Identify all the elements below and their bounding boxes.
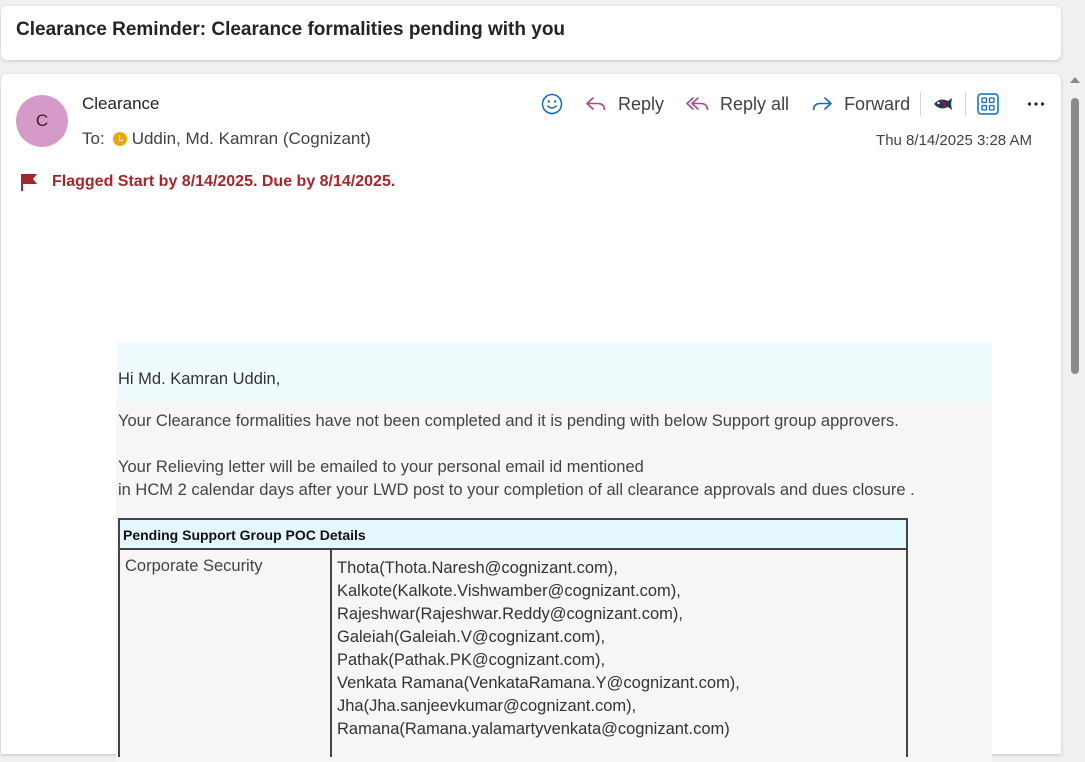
forward-button[interactable]: Forward [809, 89, 910, 119]
reply-button[interactable]: Reply [583, 89, 664, 119]
presence-away-icon [112, 132, 127, 146]
forward-icon [812, 97, 832, 111]
message-toolbar: Reply Reply all Forward [539, 89, 1046, 119]
sender-name[interactable]: Clearance [82, 94, 160, 114]
greeting-section: Hi Md. Kamran Uddin, [116, 342, 992, 402]
emoji-reaction-button[interactable] [539, 89, 565, 119]
flag-status[interactable]: Flagged Start by 8/14/2025. Due by 8/14/… [19, 172, 395, 192]
more-icon [1027, 102, 1045, 106]
more-actions-button[interactable] [1026, 89, 1046, 119]
vertical-scrollbar[interactable] [1068, 74, 1084, 742]
toolbar-divider [965, 92, 967, 116]
scroll-thumb[interactable] [1071, 98, 1079, 374]
forward-label: Forward [844, 93, 911, 114]
to-label: To: [82, 129, 105, 148]
recipient-name[interactable]: Uddin, Md. Kamran (Cognizant) [132, 129, 371, 149]
email-subject: Clearance Reminder: Clearance formalitie… [16, 19, 566, 40]
apps-icon [977, 93, 999, 115]
poc-contact[interactable]: Thota(Thota.Naresh@cognizant.com), [337, 557, 740, 580]
support-group-cell: Corporate Security [120, 550, 332, 757]
flag-icon [21, 174, 37, 191]
poc-contact[interactable]: Kalkote(Kalkote.Vishwamber@cognizant.com… [337, 580, 740, 603]
scroll-up-arrow-icon[interactable] [1070, 77, 1080, 83]
poc-contact[interactable]: Venkata Ramana(VenkataRamana.Y@cognizant… [337, 672, 740, 695]
sender-avatar[interactable]: C [16, 95, 68, 147]
sent-timestamp: Thu 8/14/2025 3:28 AM [876, 132, 1032, 149]
greeting-text: Hi Md. Kamran Uddin, [118, 370, 281, 388]
poc-contact[interactable]: Pathak(Pathak.PK@cognizant.com), [337, 649, 740, 672]
poc-contact[interactable]: Jha(Jha.sanjeevkumar@cognizant.com), [337, 695, 740, 718]
poc-table-header: Pending Support Group POC Details [120, 520, 906, 550]
reply-icon [586, 97, 606, 111]
apps-button[interactable] [976, 89, 1000, 119]
emoji-icon [541, 93, 563, 115]
fish-icon [934, 98, 953, 110]
reply-all-label: Reply all [720, 93, 790, 114]
toolbar-divider [920, 92, 922, 116]
poc-contact[interactable]: Rajeshwar(Rajeshwar.Reddy@cognizant.com)… [337, 603, 740, 626]
poc-contacts-cell: Thota(Thota.Naresh@cognizant.com), Kalko… [332, 550, 740, 757]
table-row: Corporate Security Thota(Thota.Naresh@co… [120, 550, 906, 757]
poc-contact[interactable]: Ramana(Ramana.yalamartyvenkata@cognizant… [337, 718, 740, 741]
reply-all-icon [686, 97, 709, 111]
flag-text: Flagged Start by 8/14/2025. Due by 8/14/… [52, 173, 396, 190]
body-paragraph-3: in HCM 2 calendar days after your LWD po… [118, 481, 915, 499]
body-paragraph-2: Your Relieving letter will be emailed to… [118, 458, 644, 476]
recipient-line: To: Uddin, Md. Kamran (Cognizant) [82, 129, 371, 149]
subject-bar: Clearance Reminder: Clearance formalitie… [1, 6, 1061, 60]
reading-pane: C Clearance To: Uddin, Md. Kamran (Cogni… [1, 74, 1061, 762]
body-paragraph-1: Your Clearance formalities have not been… [118, 412, 899, 430]
reply-all-button[interactable]: Reply all [684, 89, 789, 119]
reply-label: Reply [618, 93, 665, 114]
poc-contact[interactable]: Galeiah(Galeiah.V@cognizant.com), [337, 626, 740, 649]
phish-report-button[interactable] [931, 89, 955, 119]
poc-table: Pending Support Group POC Details Corpor… [118, 518, 908, 757]
email-body: Your Clearance formalities have not been… [116, 402, 992, 762]
